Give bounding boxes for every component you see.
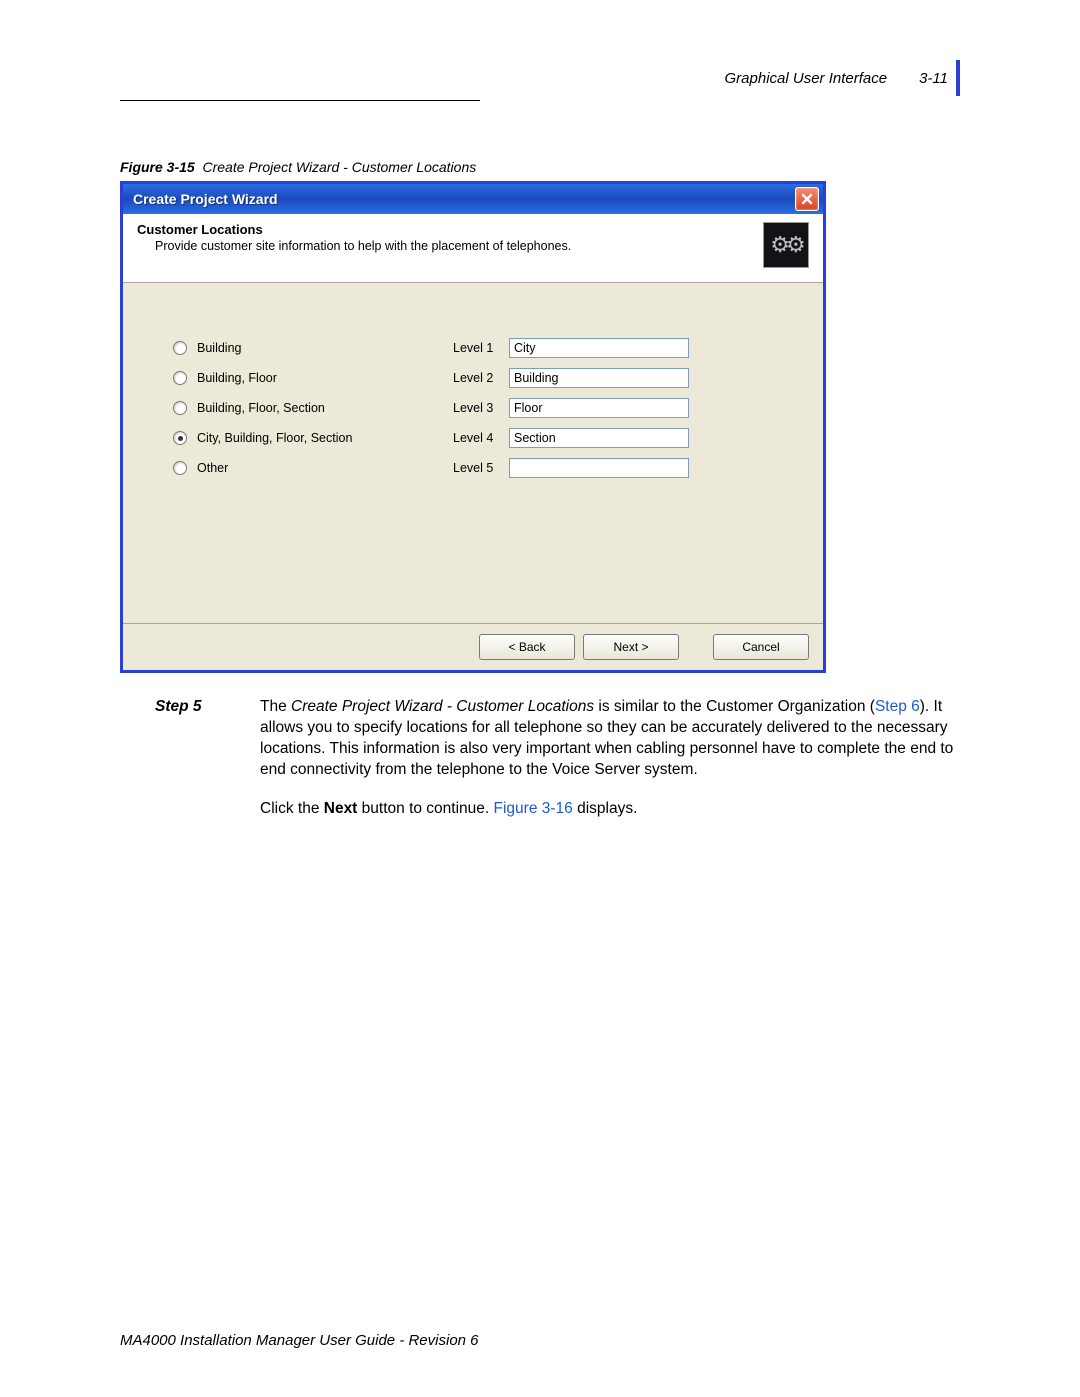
wizard-window: Create Project Wizard Customer Locations… <box>120 181 826 673</box>
level-2-label: Level 2 <box>453 371 509 385</box>
level-4-label: Level 4 <box>453 431 509 445</box>
level-1-row: Level 1 <box>453 333 783 363</box>
radio-other[interactable]: Other <box>173 453 453 483</box>
level-5-label: Level 5 <box>453 461 509 475</box>
window-title: Create Project Wizard <box>133 191 278 207</box>
step-5-block: Step 5 The Create Project Wizard - Custo… <box>120 697 960 820</box>
emphasis: Create Project Wizard - Customer Locatio… <box>291 698 594 715</box>
next-button[interactable]: Next > <box>583 634 679 660</box>
radio-building[interactable]: Building <box>173 333 453 363</box>
caption-rule <box>120 100 480 101</box>
level-4-row: Level 4 <box>453 423 783 453</box>
wizard-heading: Customer Locations <box>137 222 571 237</box>
level-2-input[interactable] <box>509 368 689 388</box>
level-3-row: Level 3 <box>453 393 783 423</box>
section-name: Graphical User Interface <box>725 70 888 87</box>
page-number: 3-11 <box>919 70 948 87</box>
header-accent-bar <box>956 60 960 96</box>
radio-icon[interactable] <box>173 431 187 445</box>
radio-group: Building Building, Floor Building, Floor… <box>173 333 453 583</box>
level-5-input[interactable] <box>509 458 689 478</box>
radio-icon[interactable] <box>173 461 187 475</box>
figure-caption: Figure 3-15 Create Project Wizard - Cust… <box>120 159 960 175</box>
radio-city-building-floor-section[interactable]: City, Building, Floor, Section <box>173 423 453 453</box>
radio-building-floor[interactable]: Building, Floor <box>173 363 453 393</box>
radio-building-floor-section[interactable]: Building, Floor, Section <box>173 393 453 423</box>
level-3-label: Level 3 <box>453 401 509 415</box>
radio-label: City, Building, Floor, Section <box>197 431 352 445</box>
bold: Next <box>324 800 358 817</box>
level-5-row: Level 5 <box>453 453 783 483</box>
radio-label: Building, Floor, Section <box>197 401 325 415</box>
gears-icon: ⚙⚙ <box>763 222 809 268</box>
close-icon[interactable] <box>795 187 819 211</box>
back-button[interactable]: < Back <box>479 634 575 660</box>
radio-icon[interactable] <box>173 371 187 385</box>
radio-label: Building, Floor <box>197 371 277 385</box>
figure-caption-prefix: Figure 3-15 <box>120 159 195 175</box>
step-6-link[interactable]: Step 6 <box>875 698 920 715</box>
level-1-input[interactable] <box>509 338 689 358</box>
wizard-body: Building Building, Floor Building, Floor… <box>123 283 823 623</box>
page-header: Graphical User Interface 3-11 <box>120 60 960 100</box>
titlebar[interactable]: Create Project Wizard <box>123 184 823 214</box>
radio-label: Building <box>197 341 241 355</box>
step-text: The Create Project Wizard - Customer Loc… <box>260 697 960 820</box>
radio-label: Other <box>197 461 228 475</box>
level-4-input[interactable] <box>509 428 689 448</box>
cancel-button[interactable]: Cancel <box>713 634 809 660</box>
wizard-subheading: Provide customer site information to hel… <box>137 239 571 253</box>
figure-caption-text: Create Project Wizard - Customer Locatio… <box>202 159 476 175</box>
page-footer: MA4000 Installation Manager User Guide -… <box>120 1332 479 1349</box>
radio-icon[interactable] <box>173 401 187 415</box>
wizard-header-panel: Customer Locations Provide customer site… <box>123 214 823 283</box>
level-fields: Level 1 Level 2 Level 3 Level 4 Level 5 <box>453 333 783 583</box>
figure-3-16-link[interactable]: Figure 3-16 <box>494 800 573 817</box>
step-label: Step 5 <box>120 697 260 820</box>
level-1-label: Level 1 <box>453 341 509 355</box>
level-2-row: Level 2 <box>453 363 783 393</box>
wizard-button-bar: < Back Next > Cancel <box>123 623 823 670</box>
level-3-input[interactable] <box>509 398 689 418</box>
radio-icon[interactable] <box>173 341 187 355</box>
